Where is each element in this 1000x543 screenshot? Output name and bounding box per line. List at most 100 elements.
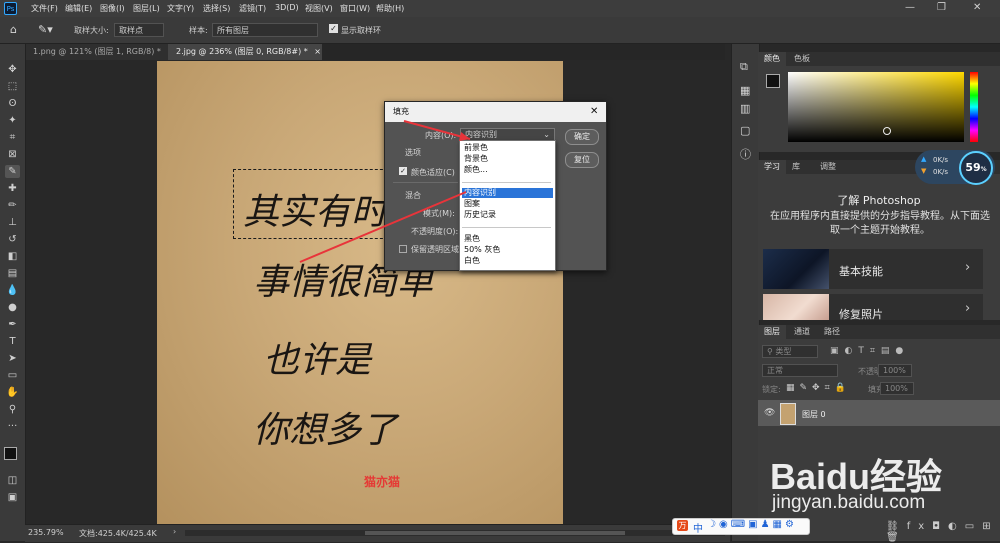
ime-logo-icon[interactable]: 万 [677,520,688,531]
quick-mask-icon[interactable]: ◫ [5,474,20,487]
layer-opacity-value[interactable]: 100% [878,364,912,377]
minimize-icon[interactable]: — [905,2,915,13]
zoom-tool-icon[interactable]: ⚲ [5,403,20,416]
layer-action-icons[interactable]: ⛓fx◘◐▭⊞🗑 [886,521,1000,543]
tab-color[interactable]: 颜色 [758,52,786,66]
history-icon[interactable]: ⧉ [740,60,748,74]
more-tools-icon[interactable]: ··· [5,420,20,433]
dodge-tool-icon[interactable]: ● [5,301,20,314]
option-black[interactable]: 黑色 [462,234,553,244]
option-history[interactable]: 历史记录 [462,210,553,220]
ime-toolbar[interactable]: 万 中 ☽◉⌨▣♟▦⚙ [672,518,810,535]
brush-tool-icon[interactable]: ✏ [5,199,20,212]
learn-card-basics[interactable]: 基本技能 › [763,249,983,289]
marquee-tool-icon[interactable]: ⬚ [5,80,20,93]
photoshop-logo[interactable]: Ps [4,2,17,15]
lock-icons[interactable]: ▦✎✥⌗🔒 [786,383,851,393]
net-speed-widget[interactable]: 0K/s 0K/s ▲ ▼ 59% [915,150,995,185]
horizontal-scrollbar[interactable] [185,530,725,536]
ok-button[interactable]: 确定 [565,129,599,145]
tab-swatches[interactable]: 色板 [788,52,816,66]
lasso-tool-icon[interactable]: ʘ [5,97,20,110]
move-tool-icon[interactable]: ✥ [5,63,20,76]
menu-select[interactable]: 选择(S) [203,3,230,14]
menu-window[interactable]: 窗口(W) [340,3,370,14]
option-white[interactable]: 白色 [462,256,553,266]
menu-edit[interactable]: 编辑(E) [65,3,92,14]
menu-image[interactable]: 图像(I) [100,3,125,14]
close-icon[interactable]: ✕ [973,2,981,13]
tab-2jpg[interactable]: 2.jpg @ 236% (图层 0, RGB/8#) * × [168,44,322,60]
visibility-eye-icon[interactable]: 👁 [764,408,775,418]
blur-tool-icon[interactable]: 💧 [5,284,20,297]
tab-channels[interactable]: 通道 [788,325,816,339]
sample-size-select[interactable]: 取样点 [114,23,164,37]
option-color[interactable]: 颜色... [462,165,553,175]
ime-tool-icons[interactable]: ☽◉⌨▣♟▦⚙ [707,519,797,530]
history-brush-tool-icon[interactable]: ↺ [5,233,20,246]
tab-learn[interactable]: 学习 [758,160,786,174]
eyedropper-preset-icon[interactable]: ✎▾ [38,23,53,36]
fg-swatch[interactable] [766,74,780,88]
option-content-aware[interactable]: 内容识别 [462,188,553,198]
tab-paths[interactable]: 路径 [818,325,846,339]
dialog-titlebar[interactable]: 填充 ✕ [385,102,606,122]
comment-icon[interactable]: ▢ [740,124,750,137]
preserve-transparency-checkbox[interactable] [399,245,407,253]
tab-libraries[interactable]: 库 [786,160,806,174]
fill-value[interactable]: 100% [880,382,914,395]
tab-layers[interactable]: 图层 [758,325,786,339]
frame-tool-icon[interactable]: ⊠ [5,148,20,161]
menu-3d[interactable]: 3D(D) [275,3,299,12]
option-foreground-color[interactable]: 前景色 [462,143,553,153]
properties-icon[interactable]: ▦ [740,84,750,97]
hand-tool-icon[interactable]: ✋ [5,386,20,399]
option-pattern[interactable]: 图案 [462,199,553,209]
pen-tool-icon[interactable]: ✒ [5,318,20,331]
menu-filter[interactable]: 滤镜(T) [239,3,266,14]
scroll-thumb[interactable] [365,531,625,535]
tab-close-icon[interactable]: × [314,47,321,56]
layer-filter-icons[interactable]: ▣◐T⌗▤● [830,346,909,356]
rectangle-tool-icon[interactable]: ▭ [5,369,20,382]
home-icon[interactable]: ⌂ [10,23,17,36]
info-icon[interactable]: ⓘ [740,146,751,162]
foreground-color-swatch[interactable] [4,447,17,460]
dialog-close-icon[interactable]: ✕ [590,102,598,122]
maximize-icon[interactable]: ❐ [937,2,946,13]
healing-brush-tool-icon[interactable]: ✚ [5,182,20,195]
blend-mode-select[interactable]: 正常 [762,364,838,377]
hue-slider[interactable] [970,72,978,142]
option-50-gray[interactable]: 50% 灰色 [462,245,553,255]
color-adapt-checkbox[interactable]: ✓ [399,167,407,175]
option-background-color[interactable]: 背景色 [462,154,553,164]
path-selection-tool-icon[interactable]: ➤ [5,352,20,365]
menu-layer[interactable]: 图层(L) [133,3,160,14]
status-expand-icon[interactable]: › [173,527,176,536]
ime-mode[interactable]: 中 [693,520,703,535]
crop-tool-icon[interactable]: ⌗ [5,131,20,144]
reset-button[interactable]: 复位 [565,152,599,168]
gradient-tool-icon[interactable]: ▤ [5,267,20,280]
type-tool-icon[interactable]: T [5,335,20,348]
menu-file[interactable]: 文件(F) [31,3,58,14]
eyedropper-tool-icon[interactable]: ✎ [5,165,20,178]
menu-help[interactable]: 帮助(H) [376,3,404,14]
clone-stamp-tool-icon[interactable]: ⊥ [5,216,20,229]
adjust-icon[interactable]: ▥ [740,102,750,115]
layer-name[interactable]: 图层 0 [802,409,826,420]
learn-card-photo[interactable]: 修复照片 › [763,294,983,320]
layer-filter-select[interactable]: ⚲ 类型 [762,345,818,358]
sample-select[interactable]: 所有图层 [212,23,318,37]
menu-type[interactable]: 文字(Y) [167,3,194,14]
layer-row[interactable]: 👁 图层 0 [758,400,1000,426]
show-ring-checkbox[interactable]: ✓ [329,24,338,33]
color-picker-ring[interactable] [883,127,891,135]
magic-wand-tool-icon[interactable]: ✦ [5,114,20,127]
eraser-tool-icon[interactable]: ◧ [5,250,20,263]
tab-1png[interactable]: 1.png @ 121% (图层 1, RGB/8) * × [25,44,174,60]
screen-mode-icon[interactable]: ▣ [5,491,20,504]
tab-adjustments[interactable]: 调整 [814,160,842,174]
color-field[interactable] [788,72,964,142]
menu-view[interactable]: 视图(V) [305,3,333,14]
